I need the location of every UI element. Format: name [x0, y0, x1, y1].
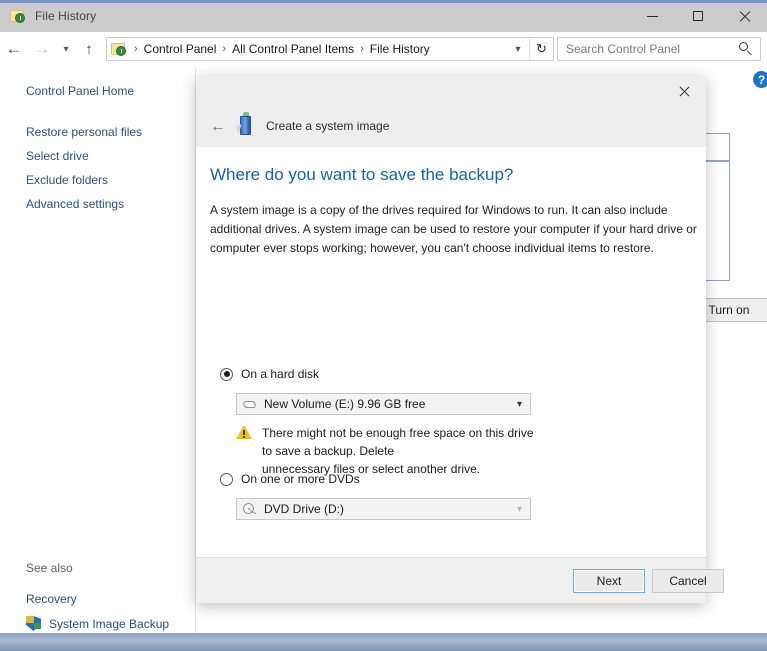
radio-label: On one or more DVDs	[241, 472, 360, 486]
hard-drive-icon	[243, 399, 257, 410]
minimize-button[interactable]	[629, 0, 675, 32]
warning-text: There might not be enough free space on …	[262, 424, 546, 478]
breadcrumb-separator: ›	[128, 43, 144, 55]
sidebar-item-select-drive[interactable]: Select drive	[0, 149, 89, 163]
address-file-history-icon	[111, 41, 128, 57]
sidebar-item-exclude-folders[interactable]: Exclude folders	[0, 173, 108, 187]
sidebar-item-system-image-backup[interactable]: System Image Backup	[26, 616, 169, 631]
dialog-header-title: Create a system image	[266, 119, 389, 133]
window-caption-buttons	[629, 0, 767, 32]
address-chevron-down-icon[interactable]: ▾	[507, 44, 529, 55]
radio-label: On a hard disk	[241, 367, 319, 381]
breadcrumb-separator: ›	[216, 43, 232, 55]
dialog-body: Where do you want to save the backup? A …	[196, 147, 706, 557]
dialog-close-button[interactable]	[662, 76, 706, 106]
search-input[interactable]: Search Control Panel	[557, 37, 761, 61]
sidebar: Control Panel Home Restore personal file…	[0, 66, 196, 633]
chevron-down-icon: ▾	[517, 504, 522, 515]
breadcrumb-file-history[interactable]: File History	[370, 42, 430, 56]
hard-disk-dropdown[interactable]: New Volume (E:) 9.96 GB free ▾	[236, 393, 531, 415]
radio-dvd-icon[interactable]	[220, 473, 233, 486]
system-image-icon	[236, 112, 258, 138]
minimize-icon	[647, 16, 658, 17]
sidebar-item-control-panel-home[interactable]: Control Panel Home	[0, 84, 134, 98]
radio-hard-disk-icon[interactable]	[220, 368, 233, 381]
free-space-warning: There might not be enough free space on …	[236, 424, 546, 478]
help-icon[interactable]: ?	[753, 71, 767, 88]
create-system-image-dialog: ← Create a system image Where do you wan…	[196, 76, 706, 603]
recent-locations-chevron-down-icon[interactable]: ▾	[56, 35, 76, 63]
breadcrumb-control-panel[interactable]: Control Panel	[144, 42, 217, 56]
dialog-heading: Where do you want to save the backup?	[210, 165, 513, 185]
dvd-dropdown[interactable]: DVD Drive (D:) ▾	[236, 498, 531, 520]
up-arrow-icon[interactable]: ↑	[76, 35, 102, 63]
dialog-back-button[interactable]: ←	[206, 116, 230, 138]
sidebar-item-label: System Image Backup	[49, 617, 169, 631]
sidebar-item-recovery[interactable]: Recovery	[0, 592, 77, 606]
dvd-drive-icon	[243, 503, 257, 515]
taskbar	[0, 633, 767, 651]
dialog-footer: Next Cancel	[196, 557, 706, 603]
radio-option-dvd[interactable]: On one or more DVDs	[220, 472, 360, 486]
file-history-icon	[10, 8, 27, 24]
back-arrow-icon[interactable]: ←	[0, 35, 28, 63]
search-icon[interactable]	[739, 42, 753, 56]
maximize-button[interactable]	[675, 0, 721, 32]
sidebar-item-advanced-settings[interactable]: Advanced settings	[0, 197, 124, 211]
window-title: File History	[35, 9, 96, 23]
address-bar[interactable]: › Control Panel › All Control Panel Item…	[106, 37, 554, 61]
close-button[interactable]	[721, 0, 767, 32]
maximize-icon	[693, 11, 703, 21]
cancel-button[interactable]: Cancel	[652, 569, 724, 593]
see-also-label: See also	[26, 561, 73, 575]
breadcrumb-separator: ›	[354, 43, 370, 55]
chevron-down-icon[interactable]: ▾	[517, 399, 522, 410]
shield-icon	[26, 616, 41, 631]
close-icon	[738, 10, 750, 22]
next-button[interactable]: Next	[573, 569, 645, 593]
dialog-title-bar: ← Create a system image	[196, 76, 706, 147]
forward-arrow-icon: →	[28, 35, 56, 63]
search-placeholder: Search Control Panel	[566, 42, 680, 56]
sidebar-item-restore-personal-files[interactable]: Restore personal files	[0, 125, 142, 139]
dvd-dropdown-value: DVD Drive (D:)	[264, 502, 344, 516]
window-title-bar: File History	[0, 0, 767, 32]
close-icon	[678, 85, 690, 97]
warning-icon	[236, 425, 252, 439]
radio-option-hard-disk[interactable]: On a hard disk	[220, 367, 319, 381]
navigation-bar: ← → ▾ ↑ › Control Panel › All Control Pa…	[0, 32, 767, 66]
hard-disk-dropdown-value: New Volume (E:) 9.96 GB free	[264, 397, 425, 411]
breadcrumb-all-control-panel-items[interactable]: All Control Panel Items	[232, 42, 354, 56]
dialog-description: A system image is a copy of the drives r…	[210, 201, 706, 258]
refresh-icon[interactable]: ↻	[529, 38, 553, 60]
